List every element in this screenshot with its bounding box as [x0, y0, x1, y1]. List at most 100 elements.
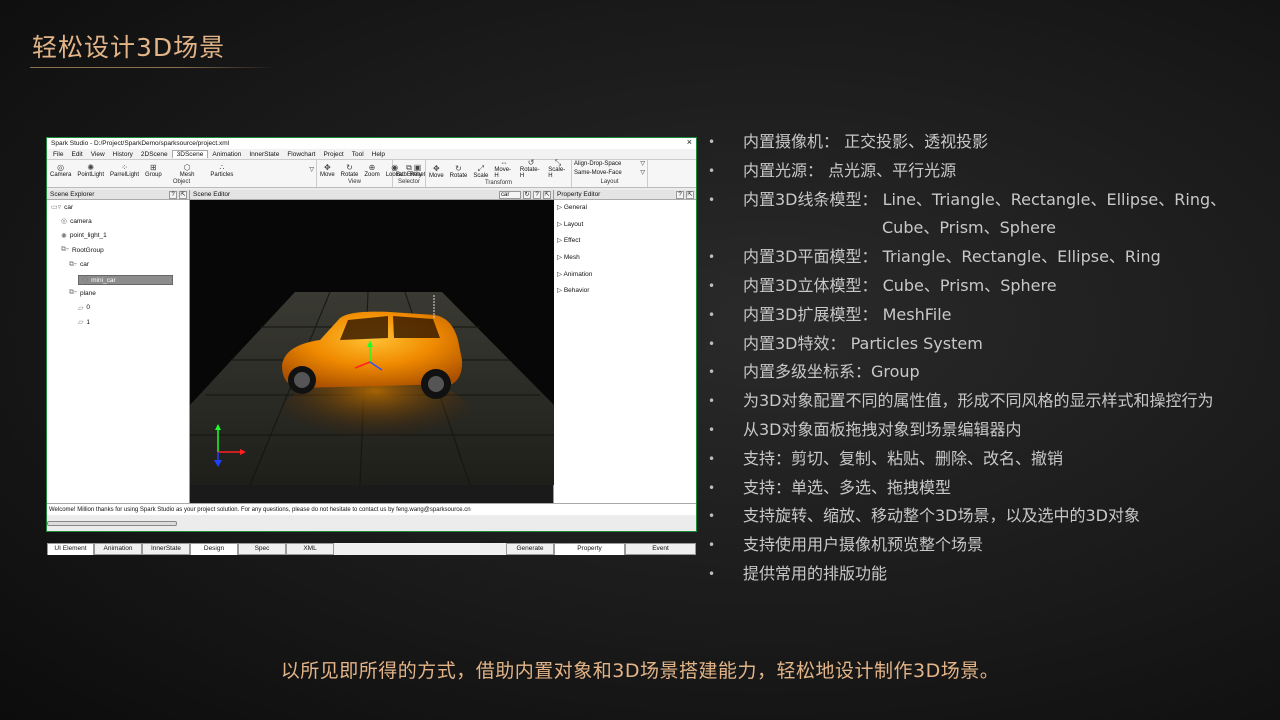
- 3d-viewport[interactable]: [190, 200, 554, 485]
- help-icon[interactable]: ?: [533, 190, 541, 199]
- property-section-label: Animation: [563, 270, 593, 278]
- property-section-effect[interactable]: ▷ Effect: [554, 233, 696, 250]
- menu-view[interactable]: View: [87, 151, 109, 158]
- menu-animation[interactable]: Animation: [208, 151, 245, 158]
- tab-spec[interactable]: Spec: [238, 543, 286, 555]
- editor-tabs: Design Spec XML Generate: [190, 543, 554, 555]
- tab-property[interactable]: Property: [554, 543, 625, 555]
- explorer-tabs: UI Element Animation InnerState: [47, 543, 190, 555]
- feature-item: • 为3D对象配置不同的属性值，形成不同风格的显示样式和操控行为: [708, 387, 1268, 416]
- toolbar-parrellight-button[interactable]: ⁘ ParrelLight: [107, 160, 142, 178]
- tree-node[interactable]: ⧉▿ RootGroup: [61, 246, 104, 254]
- toolbar-particles-button[interactable]: ∴ Particles: [207, 160, 236, 178]
- bullet-icon: •: [708, 509, 716, 524]
- tree-node[interactable]: ▭▿ car: [51, 203, 74, 212]
- property-section-label: Layout: [563, 220, 584, 228]
- toolbar-subentity-button[interactable]: ⧉ SubEntity: [393, 160, 425, 178]
- tree-node[interactable]: ⬡ mini_car: [78, 275, 173, 285]
- tree-node-label: plane: [79, 289, 96, 297]
- tree-node-label: point_light_1: [69, 232, 107, 240]
- toolbar-move-button[interactable]: ✥ Move: [426, 160, 447, 179]
- toolbar-group-label: Transform: [484, 180, 513, 186]
- toolbar-mesh-button[interactable]: ⬡ Mesh: [177, 160, 198, 178]
- toolbar-scale-h-button[interactable]: ⤡ Scale-H: [545, 158, 571, 179]
- property-section-behavior[interactable]: ▷ Behavior: [554, 283, 696, 300]
- property-section-label: General: [563, 204, 587, 211]
- toolbar-move-h-button[interactable]: ⇔ Move-H: [491, 158, 517, 179]
- tab-xml[interactable]: XML: [286, 543, 334, 555]
- menu-innerstate[interactable]: InnerState: [245, 151, 283, 158]
- toolbar-group-transform: ✥ Move ↻ Rotate ⤢ Scale ⇔ Move-H ↺ Rotate-H ⤡ Scale…: [426, 158, 572, 187]
- toolbar-camera-button[interactable]: ◎ Camera: [47, 160, 74, 178]
- tree-node-label: RootGroup: [71, 246, 104, 254]
- feature-text: 内置3D线条模型： Line、Triangle、Rectangle、Ellips…: [743, 189, 1227, 209]
- bullet-icon: •: [708, 365, 716, 380]
- menu-history[interactable]: History: [109, 151, 137, 158]
- toolbar-group-button[interactable]: ⊞ Group: [142, 160, 165, 178]
- help-icon[interactable]: ?: [169, 190, 177, 199]
- property-section-animation[interactable]: ▷ Animation: [554, 267, 696, 284]
- tree-node-label: car: [64, 203, 74, 211]
- tree-node[interactable]: ⧉▿ car: [69, 261, 89, 269]
- tab-event[interactable]: Event: [625, 543, 696, 555]
- menu-tool[interactable]: Tool: [348, 151, 368, 158]
- tree-node[interactable]: ◎ camera: [61, 217, 92, 226]
- menu-help[interactable]: Help: [368, 151, 389, 158]
- bullet-icon: •: [708, 394, 716, 409]
- property-section-mesh[interactable]: ▷ Mesh: [554, 250, 696, 267]
- tree-node[interactable]: ▱ 1: [78, 318, 90, 327]
- menu-2dscene[interactable]: 2DScene: [137, 151, 172, 158]
- tab-animation[interactable]: Animation: [94, 543, 142, 555]
- refresh-icon[interactable]: ↻: [523, 190, 531, 199]
- tab-ui-element[interactable]: UI Element: [47, 543, 94, 555]
- menu-bar: File Edit View History 2DScene 3DScene Animati…: [47, 149, 696, 160]
- tree-node[interactable]: ⧉▿ plane: [69, 289, 96, 297]
- property-section-label: Behavior: [563, 287, 590, 295]
- property-section-layout[interactable]: ▷ Layout: [554, 217, 696, 234]
- toolbar-move-button[interactable]: ✥ Move: [317, 160, 338, 178]
- plane-icon: ▱: [78, 304, 84, 312]
- menu-edit[interactable]: Edit: [67, 151, 86, 158]
- menu-file[interactable]: File: [49, 151, 67, 158]
- feature-item: • 内置多级坐标系：Group: [708, 358, 1268, 387]
- pin-icon[interactable]: ⇱: [179, 190, 187, 199]
- menu-flowchart[interactable]: Flowchart: [283, 151, 319, 158]
- tab-design[interactable]: Design: [190, 543, 238, 555]
- feature-text: 提供常用的排版功能: [743, 563, 888, 583]
- camera-icon: ◎: [61, 218, 68, 226]
- toolbar-rotate-button[interactable]: ↻ Rotate: [447, 160, 471, 179]
- feature-item: • 内置光源： 点光源、平行光源: [708, 157, 1268, 186]
- toolbar-scale-button[interactable]: ⤢ Scale: [470, 160, 491, 179]
- help-icon[interactable]: ?: [676, 190, 684, 199]
- close-icon[interactable]: ×: [687, 137, 692, 147]
- layout-select-align-drop-space[interactable]: Align-Drop-Space ▽: [572, 160, 647, 169]
- toolbar-rotate-button[interactable]: ↻ Rotate: [338, 160, 362, 178]
- property-section-label: Mesh: [563, 254, 580, 262]
- pin-icon[interactable]: ⇱: [543, 190, 551, 199]
- property-section-general[interactable]: ▷ General: [554, 200, 696, 217]
- toolbar-zoom-button[interactable]: ⊕ Zoom: [361, 160, 382, 178]
- window-titlebar: Spark Studio - D:/Project/SparkDemo/spar…: [47, 137, 696, 149]
- tab-innerstate[interactable]: InnerState: [142, 543, 190, 555]
- chevron-right-icon: ▷: [557, 287, 564, 295]
- horizontal-scrollbar[interactable]: [47, 521, 177, 526]
- chevron-down-icon[interactable]: ▽: [309, 166, 314, 173]
- chevron-down-icon: ▽: [640, 170, 645, 176]
- toolbar-pointlight-button[interactable]: ✺ PointLight: [74, 160, 107, 178]
- toolbar-buttons: ✥ Move ↻ Rotate ⊕ Zoom ◉ Lookat ▣ Reset: [317, 160, 425, 178]
- feature-item: • 内置摄像机： 正交投影、透视投影: [708, 128, 1268, 157]
- tree-node[interactable]: ▱ 0: [78, 304, 90, 312]
- toolbar-rotate-h-button[interactable]: ↺ Rotate-H: [517, 158, 545, 179]
- feature-text: 支持旋转、缩放、移动整个3D场景，以及选中的3D对象: [743, 506, 1141, 526]
- pin-icon[interactable]: ⇱: [686, 190, 694, 199]
- menu-3dscene[interactable]: 3DScene: [171, 150, 209, 158]
- menu-project[interactable]: Project: [320, 151, 348, 158]
- feature-text: 为3D对象配置不同的属性值，形成不同风格的显示样式和操控行为: [743, 391, 1214, 411]
- tree-node-label: camera: [70, 217, 92, 225]
- bullet-icon: •: [708, 538, 716, 553]
- toolbar: ◎ Camera ✺ PointLight ⁘ ParrelLight ⊞ Group ⬡ Mes…: [47, 158, 696, 188]
- tree-node[interactable]: ✺ point_light_1: [61, 232, 107, 240]
- layout-select-same-move-face[interactable]: Same-Move-Face ▽: [572, 169, 647, 178]
- generate-button[interactable]: Generate: [506, 543, 554, 555]
- scene-select[interactable]: car: [499, 190, 521, 199]
